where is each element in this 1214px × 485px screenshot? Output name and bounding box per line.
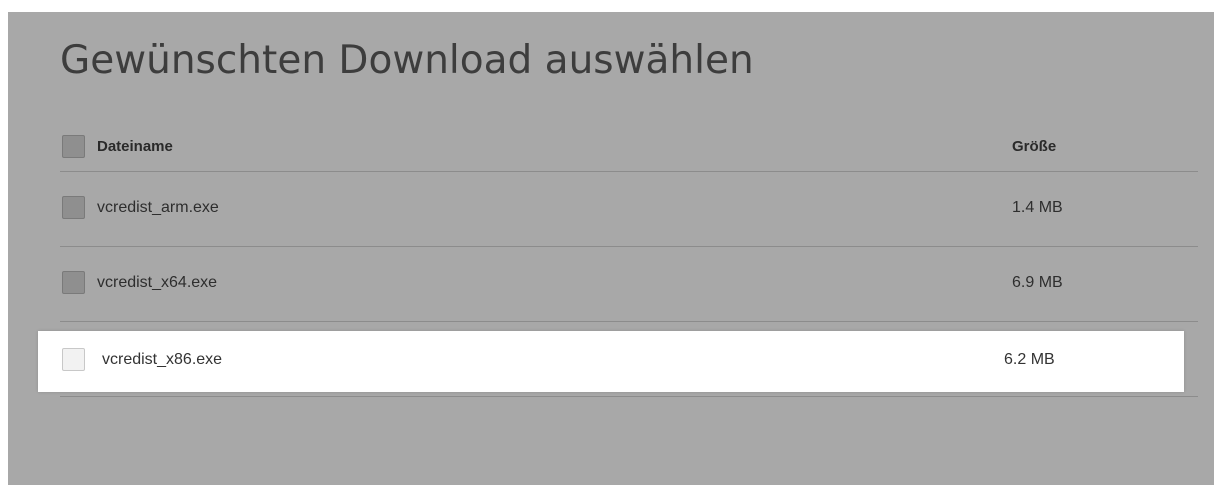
- file-size: 6.2 MB: [1004, 351, 1055, 368]
- file-size: 1.4 MB: [1012, 199, 1063, 216]
- column-header-filename: Dateiname: [97, 138, 173, 155]
- column-header-size: Größe: [1012, 138, 1057, 155]
- row-checkbox[interactable]: [62, 196, 85, 219]
- row-checkbox[interactable]: [62, 348, 85, 371]
- file-name: vcredist_x64.exe: [97, 274, 218, 291]
- select-all-checkbox[interactable]: [62, 135, 85, 158]
- file-size: 6.9 MB: [1012, 274, 1063, 291]
- download-selection-panel: Gewünschten Download auswählen Dateiname…: [8, 12, 1214, 485]
- table-row[interactable]: vcredist_x64.exe 6.9 MB: [60, 247, 1198, 322]
- file-name: vcredist_arm.exe: [97, 199, 219, 216]
- table-row[interactable]: vcredist_arm.exe 1.4 MB: [60, 172, 1198, 247]
- file-name: vcredist_x86.exe: [102, 351, 223, 368]
- row-checkbox[interactable]: [62, 271, 85, 294]
- table-header-row: Dateiname Größe: [60, 126, 1198, 172]
- table-row-highlighted[interactable]: vcredist_x86.exe 6.2 MB: [38, 331, 1184, 392]
- page-title: Gewünschten Download auswählen: [60, 38, 754, 83]
